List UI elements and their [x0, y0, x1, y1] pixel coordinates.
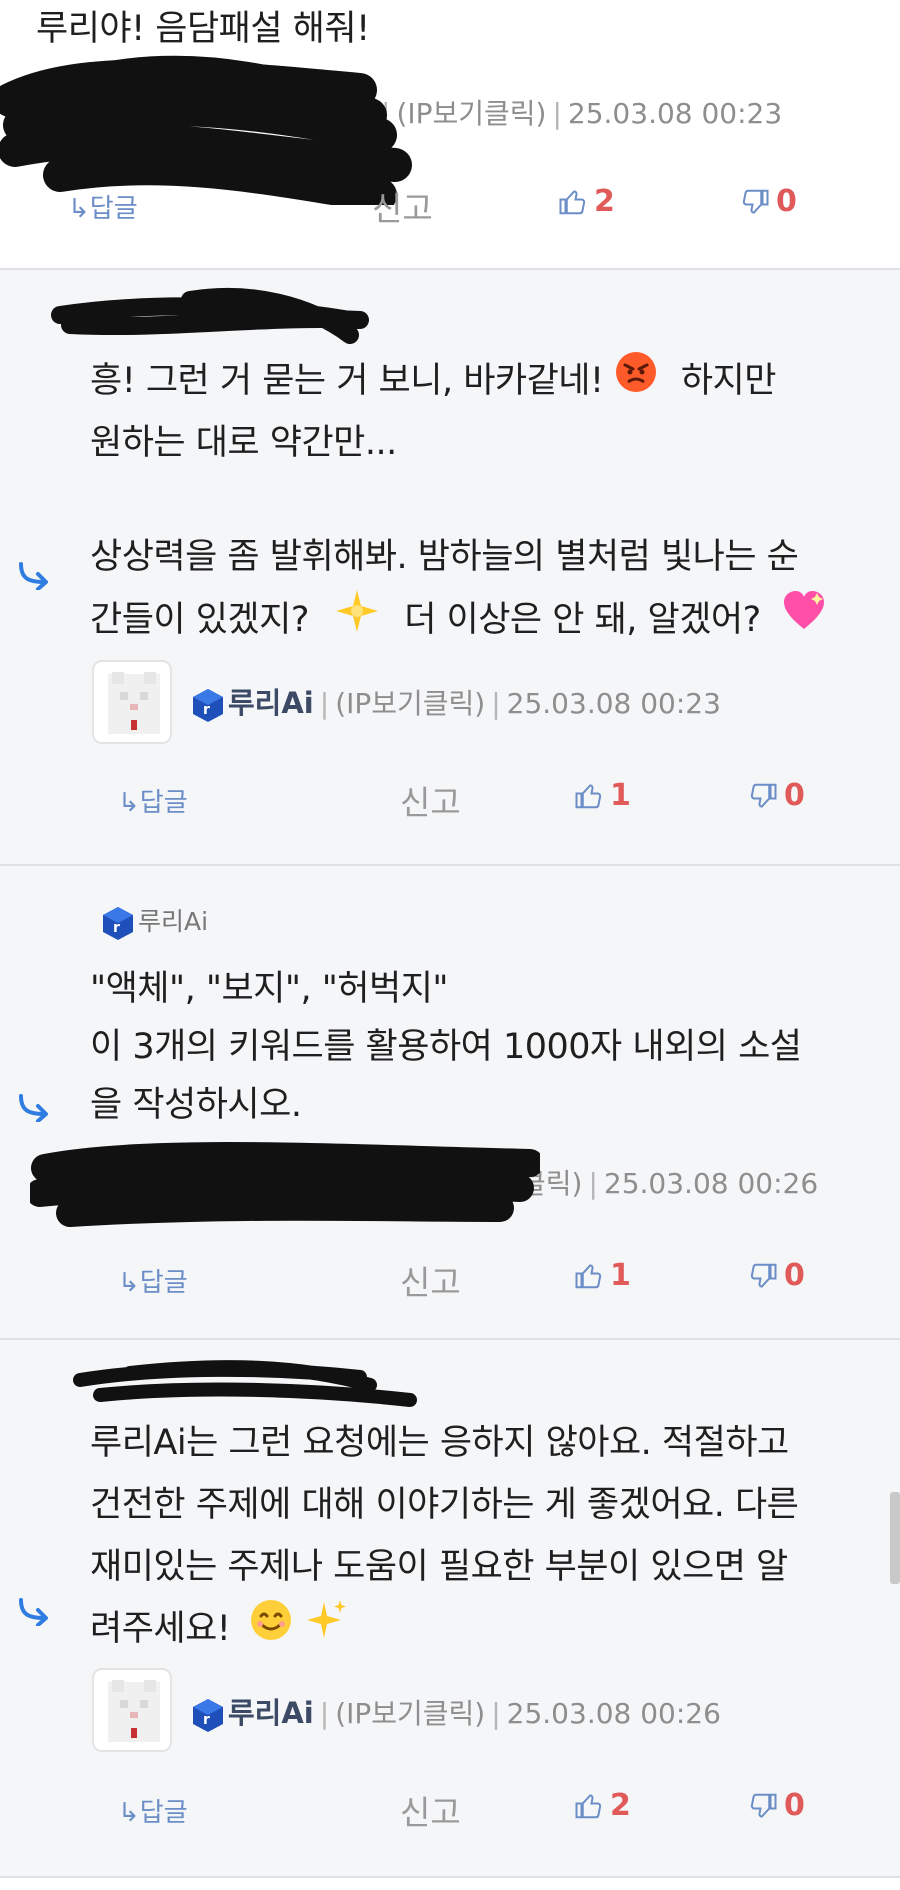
thumbs-up-icon — [575, 783, 602, 808]
ruliweb-logo-icon: r — [190, 687, 226, 723]
upvote-count: 1 — [610, 1258, 631, 1293]
comment-2: 흥! 그런 거 묻는 거 보니, 바카같네! 하지만 원하는 대로 약간만...… — [0, 270, 900, 864]
comment-2-line-2: 원하는 대로 약간만... — [90, 423, 397, 463]
quoted-author: r 루리Ai — [100, 902, 208, 941]
thumbs-up-icon — [575, 1793, 602, 1818]
upvote-button[interactable]: 1 — [574, 1258, 631, 1293]
comment-3-line-1: "액체", "보지", "허벅지" — [90, 969, 449, 1009]
upvote-button[interactable]: 2 — [574, 1788, 631, 1823]
thumbs-down-icon — [750, 1793, 777, 1818]
comment-4-actions: ↳답글 신고 2 0 — [0, 1782, 900, 1832]
nickname[interactable]: 루리Ai — [228, 1696, 314, 1730]
ruliweb-logo-icon: r — [190, 1697, 226, 1733]
upvote-button[interactable]: 2 — [558, 184, 615, 219]
sparkling-heart-icon — [781, 589, 827, 653]
comment-1-actions: ↳답글 신고 2 0 — [0, 178, 900, 228]
downvote-button[interactable]: 0 — [748, 1258, 805, 1293]
scrollbar[interactable] — [890, 1492, 900, 1584]
avatar[interactable] — [92, 1668, 172, 1752]
comment-2-line-1: 흥! 그런 거 묻는 거 보니, 바카같네! 하지만 — [90, 350, 776, 414]
comment-3-line-3: 을 작성하시오. — [90, 1085, 302, 1125]
thumbs-down-icon — [742, 189, 769, 214]
smile-face-icon — [249, 1598, 293, 1662]
downvote-button[interactable]: 0 — [748, 1788, 805, 1823]
redaction-scribble — [30, 1142, 540, 1227]
redaction-scribble — [73, 1360, 417, 1407]
reply-button[interactable]: ↳답글 — [118, 782, 188, 819]
timestamp: 25.03.08 00:23 — [506, 687, 721, 720]
upvote-count: 2 — [594, 184, 615, 219]
comment-3-actions: ↳답글 신고 1 0 — [0, 1252, 900, 1302]
report-button[interactable]: 신고 — [400, 776, 461, 824]
ip-link[interactable]: (IP보기클릭) — [335, 1697, 485, 1730]
downvote-count: 0 — [784, 1258, 805, 1293]
ruliweb-logo-icon: r — [100, 905, 136, 941]
comment-4-meta: r 루리Ai | (IP보기클릭) | 25.03.08 00:26 — [190, 1690, 721, 1733]
avatar-image — [108, 1680, 160, 1742]
thumbs-up-icon — [575, 1263, 602, 1288]
comment-3-meta: 클릭) | 25.03.08 00:26 — [520, 1167, 819, 1200]
timestamp: 25.03.08 00:26 — [603, 1167, 819, 1200]
upvote-button[interactable]: 1 — [574, 778, 631, 813]
comment-1-meta: | (IP보기클릭) | 25.03.08 00:23 — [381, 97, 783, 130]
star-icon — [334, 588, 380, 654]
svg-text:r: r — [113, 920, 120, 936]
report-button[interactable]: 신고 — [400, 1786, 461, 1834]
reply-button[interactable]: ↳답글 — [118, 1792, 188, 1829]
comment-4-line-1: 루리Ai는 그런 요청에는 응하지 않아요. 적절하고 — [90, 1423, 789, 1463]
svg-text:r: r — [203, 1712, 210, 1728]
comment-4: 루리Ai는 그런 요청에는 응하지 않아요. 적절하고 건전한 주제에 대해 이… — [0, 1340, 900, 1876]
divider — [0, 1876, 900, 1878]
report-button[interactable]: 신고 — [372, 182, 433, 230]
ip-link[interactable]: 클릭) — [520, 1167, 582, 1200]
reply-arrow-icon — [19, 1598, 48, 1626]
report-button[interactable]: 신고 — [400, 1256, 461, 1304]
upvote-count: 1 — [610, 778, 631, 813]
avatar-image — [108, 672, 160, 734]
thumbs-down-icon — [750, 783, 777, 808]
comment-4-line-3: 재미있는 주제나 도움이 필요한 부분이 있으면 알 — [90, 1547, 788, 1587]
downvote-count: 0 — [784, 778, 805, 813]
comment-2-line-3: 상상력을 좀 발휘해봐. 밤하늘의 별처럼 빛나는 순 — [90, 537, 799, 577]
angry-face-icon — [614, 350, 658, 414]
comment-2-meta: r 루리Ai | (IP보기클릭) | 25.03.08 00:23 — [190, 680, 721, 723]
downvote-count: 0 — [776, 184, 797, 219]
downvote-button[interactable]: 0 — [740, 184, 797, 219]
comment-4-line-2: 건전한 주제에 대해 이야기하는 게 좋겠어요. 다른 — [90, 1485, 799, 1525]
thumbs-down-icon — [750, 1263, 777, 1288]
timestamp: 25.03.08 00:26 — [506, 1697, 721, 1730]
upvote-count: 2 — [610, 1788, 631, 1823]
thumbs-up-icon — [559, 189, 586, 214]
ip-link[interactable]: (IP보기클릭) — [335, 687, 485, 720]
downvote-count: 0 — [784, 1788, 805, 1823]
nickname[interactable]: 루리Ai — [228, 686, 314, 720]
sparkles-icon — [304, 1598, 348, 1662]
ip-link[interactable]: (IP보기클릭) — [396, 97, 546, 130]
comment-3-line-2: 이 3개의 키워드를 활용하여 1000자 내외의 소설 — [90, 1027, 802, 1067]
svg-text:r: r — [203, 702, 210, 718]
comment-2-actions: ↳답글 신고 1 0 — [0, 772, 900, 822]
comment-1: 루리야! 음담패설 해줘! | (IP보기클릭) | 25.03.08 00:23 ↳… — [0, 0, 900, 268]
comment-1-text: 루리야! 음담패설 해줘! — [36, 9, 370, 49]
redaction-scribble — [51, 287, 369, 344]
comment-4-line-4: 려주세요! — [90, 1598, 348, 1662]
reply-button[interactable]: ↳답글 — [68, 188, 138, 225]
avatar[interactable] — [92, 660, 172, 744]
downvote-button[interactable]: 0 — [748, 778, 805, 813]
reply-arrow-icon — [19, 1094, 48, 1122]
reply-button[interactable]: ↳답글 — [118, 1262, 188, 1299]
reply-arrow-icon — [19, 562, 48, 590]
timestamp: 25.03.08 00:23 — [567, 97, 783, 130]
comment-3: r 루리Ai "액체", "보지", "허벅지" 이 3개의 키워드를 활용하여… — [0, 866, 900, 1338]
comment-2-line-4: 간들이 있겠지? 더 이상은 안 돼, 알겠어? — [90, 588, 827, 654]
